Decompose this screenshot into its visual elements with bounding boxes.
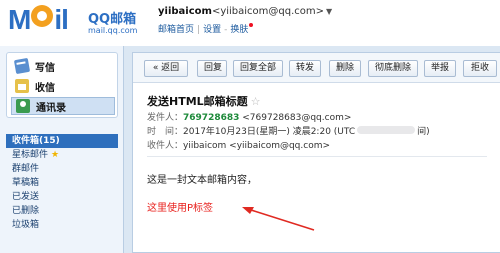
sidebar-item-label: 通讯录 [36, 102, 66, 114]
separator: - [224, 25, 228, 35]
pencil-icon [13, 57, 31, 75]
logo-wordmark: Mil [8, 4, 69, 35]
message-panel: « 返回 回复 回复全部 转发 删除 彻底删除 举报 拒收 发送HTML邮箱标题… [132, 52, 500, 253]
message-body-paragraph: 这里使用P标签 [147, 203, 214, 214]
link-skin[interactable]: 换肤 [230, 25, 248, 35]
folder-drafts[interactable]: 草稿箱 [6, 176, 118, 190]
time-row: 时 间：2017年10月23日(星期一) 凌晨2:20 (UTC 间) [147, 124, 430, 137]
message-toolbar: « 返回 回复 回复全部 转发 删除 彻底删除 举报 拒收 [133, 53, 500, 83]
delete-button[interactable]: 删除 [329, 60, 361, 77]
folder-inbox[interactable]: 收件箱(15) [6, 134, 118, 148]
logo-brand: QQ邮箱 [88, 12, 137, 27]
header-divider [147, 156, 487, 157]
reply-button[interactable]: 回复 [197, 60, 227, 77]
compose-block: 写信 收信 通讯录 [6, 52, 118, 118]
inbox-icon [15, 79, 29, 93]
time-label: 时 间： [147, 127, 184, 137]
recipient-row: 收件人：yiibaicom <yiibaicom@qq.com> [147, 138, 330, 151]
sender-row: 发件人：769728683 <769728683@qq.com> [147, 110, 351, 123]
sidebar-item-contacts[interactable]: 通讯录 [11, 97, 115, 115]
notification-dot [249, 23, 254, 27]
link-settings[interactable]: 设置 [203, 25, 221, 35]
sender-label: 发件人： [147, 113, 184, 123]
sender-name[interactable]: 769728683 [183, 113, 239, 123]
folder-list: 收件箱(15) 星标邮件 ★ 群邮件 草稿箱 已发送 已删除 垃圾箱 [6, 134, 118, 232]
back-button[interactable]: « 返回 [144, 60, 188, 77]
message-subject-row: 发送HTML邮箱标题 ☆ [147, 93, 261, 109]
link-mail-home[interactable]: 邮箱首页 [158, 25, 194, 35]
reject-button[interactable]: 拒收 [463, 60, 497, 77]
sidebar: 写信 收信 通讯录 收件箱(15) 星标邮件 ★ 群邮件 草稿箱 已发送 已删除 … [0, 46, 124, 253]
delete-permanently-button[interactable]: 彻底删除 [368, 60, 418, 77]
sidebar-item-compose[interactable]: 写信 [11, 57, 115, 75]
redacted-region [357, 126, 416, 134]
star-outline-icon[interactable]: ☆ [251, 95, 261, 108]
time-value: 2017年10月23日(星期一) 凌晨2:20 (UTC [183, 127, 356, 137]
contacts-icon [16, 99, 30, 113]
folder-spam[interactable]: 垃圾箱 [6, 218, 118, 232]
forward-button[interactable]: 转发 [289, 60, 321, 77]
sidebar-item-receive[interactable]: 收信 [11, 77, 115, 95]
folder-group[interactable]: 群邮件 [6, 162, 118, 176]
sender-email: <769728683@qq.com> [242, 113, 352, 123]
message-body-text: 这是一封文本邮箱内容， [147, 175, 257, 186]
header-links: 邮箱首页 | 设置 - 换肤 [158, 22, 254, 35]
top-header: Mil QQ邮箱 mail.qq.com yiibaicom<yiibaicom… [0, 0, 500, 46]
folder-deleted[interactable]: 已删除 [6, 204, 118, 218]
folder-starred[interactable]: 星标邮件 ★ [6, 148, 118, 162]
recipient-label: 收件人： [147, 141, 184, 151]
logo-domain: mail.qq.com [88, 26, 138, 35]
sidebar-item-label: 收信 [35, 82, 55, 94]
report-button[interactable]: 举报 [424, 60, 456, 77]
account-name[interactable]: yiibaicom [158, 6, 212, 17]
sidebar-item-label: 写信 [35, 62, 55, 74]
star-icon: ★ [51, 150, 60, 160]
reply-all-button[interactable]: 回复全部 [233, 60, 283, 77]
separator: | [197, 25, 201, 35]
folder-label: 星标邮件 [12, 150, 49, 160]
message-subject: 发送HTML邮箱标题 [147, 95, 248, 108]
folder-sent[interactable]: 已发送 [6, 190, 118, 204]
chevron-down-icon[interactable]: ▼ [326, 7, 332, 16]
account-email: <yiibaicom@qq.com> [211, 6, 325, 17]
account-info: yiibaicom<yiibaicom@qq.com> ▼ [158, 6, 332, 17]
time-suffix: 间) [417, 127, 430, 137]
recipient-value[interactable]: yiibaicom <yiibaicom@qq.com> [183, 141, 330, 151]
annotation-arrow-icon [242, 207, 315, 231]
qq-mail-logo[interactable]: Mil QQ邮箱 mail.qq.com [8, 4, 148, 40]
